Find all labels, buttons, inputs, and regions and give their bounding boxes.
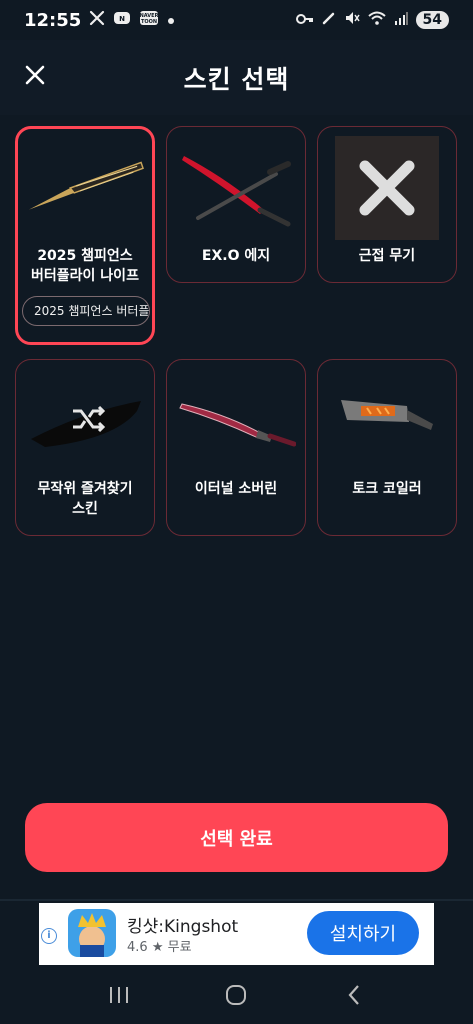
back-button[interactable] (339, 980, 369, 1010)
close-icon (25, 65, 45, 89)
battery-indicator: 54 (415, 11, 449, 29)
skin-card-torque-coiler[interactable]: 토크 코일러 (317, 359, 457, 536)
home-button[interactable] (221, 980, 251, 1010)
skin-grid: 2025 챔피언스 버터플라이 나이프 2025 챔피언스 버터플라이 나이프 … (15, 126, 457, 536)
recent-apps-icon (109, 986, 128, 1003)
skin-card-exo-edge[interactable]: EX.O 에지 (166, 126, 306, 283)
x-com-icon (89, 10, 105, 31)
skin-label: 무작위 즐겨찾기 스킨 (37, 481, 133, 517)
skin-label: 2025 챔피언스 버터플라이 나이프 (31, 248, 139, 284)
recent-apps-button[interactable] (104, 980, 134, 1010)
ad-price: 무료 (167, 940, 192, 955)
skin-card-random-favorite[interactable]: 무작위 즐겨찾기 스킨 (15, 359, 155, 536)
wifi-icon (367, 10, 386, 30)
butterfly-knife-image (25, 135, 145, 240)
install-button[interactable]: 설치하기 (307, 911, 419, 955)
ad-subtitle: 4.6 ★ 무료 (127, 936, 192, 955)
exo-edge-image (176, 135, 296, 240)
torque-coiler-image (327, 368, 447, 473)
skin-card-melee[interactable]: 근접 무기 (317, 126, 457, 283)
skin-label: 토크 코일러 (352, 481, 422, 497)
x-placeholder-icon (335, 135, 439, 240)
status-bar: 12:55 N NAVER TOON 54 (0, 0, 473, 40)
skin-label: 근접 무기 (358, 248, 416, 264)
header: 스킨 선택 (0, 40, 473, 115)
pen-icon (322, 10, 336, 30)
kingshot-app-icon[interactable] (68, 909, 116, 957)
star-icon: ★ (151, 940, 164, 955)
mute-icon (344, 10, 360, 31)
back-icon (348, 984, 359, 1005)
dot-icon (167, 10, 175, 30)
status-left: 12:55 N NAVER TOON (24, 10, 175, 31)
skin-card-eternal-sovereign[interactable]: 이터널 소버린 (166, 359, 306, 536)
status-right: 54 (295, 10, 449, 31)
signal-icon (394, 10, 408, 30)
svg-text:N: N (119, 15, 125, 23)
series-icon: NAVER TOON (139, 10, 159, 31)
ad-title: 킹샷:Kingshot (127, 917, 239, 937)
divider (0, 899, 473, 901)
webtoon-icon: N (113, 10, 131, 30)
skin-card-butterfly-knife[interactable]: 2025 챔피언스 버터플라이 나이프 2025 챔피언스 버터플라이 나이프 (15, 126, 155, 345)
ad-info-icon[interactable]: i (41, 928, 57, 944)
ad-banner[interactable]: i 킹샷:Kingshot 4.6 ★ 무료 설치하기 (39, 903, 434, 965)
status-time: 12:55 (24, 9, 82, 31)
nav-bar (0, 965, 473, 1024)
eternal-sovereign-image (176, 368, 296, 473)
close-button[interactable] (20, 62, 50, 92)
page-title: 스킨 선택 (183, 64, 290, 94)
skin-label: 이터널 소버린 (194, 481, 278, 497)
selected-skin-chip[interactable]: 2025 챔피언스 버터플라이 나이프 (22, 296, 150, 326)
melee-placeholder (327, 135, 447, 240)
ad-rating: 4.6 (127, 940, 148, 955)
home-icon (226, 984, 247, 1005)
key-icon (295, 10, 314, 30)
skin-label: EX.O 에지 (201, 248, 271, 264)
confirm-selection-button[interactable]: 선택 완료 (25, 803, 448, 872)
random-skin-image (25, 368, 145, 473)
svg-text:TOON: TOON (141, 19, 157, 25)
